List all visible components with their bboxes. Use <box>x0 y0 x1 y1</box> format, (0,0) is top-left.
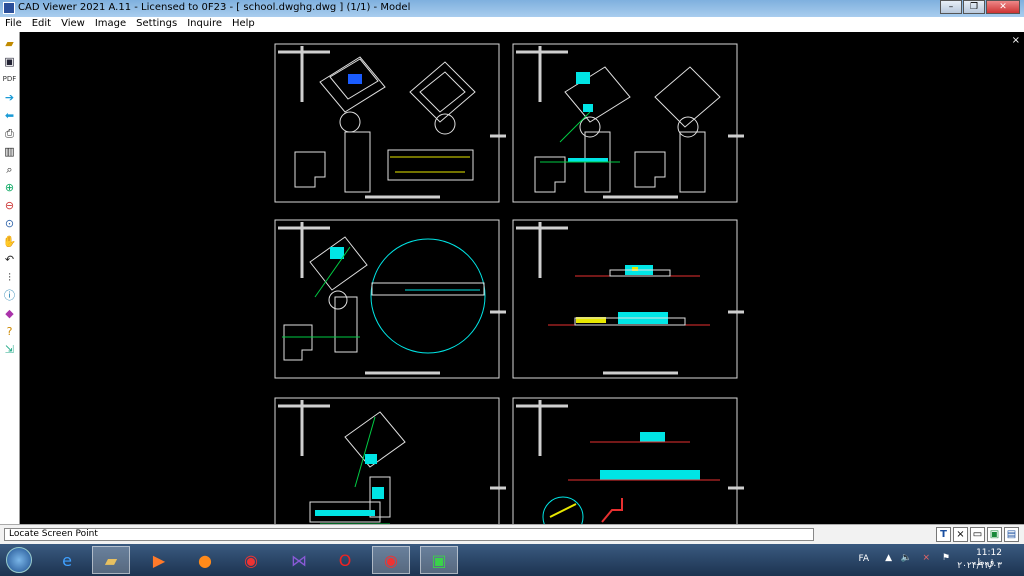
menu-file[interactable]: File <box>0 17 27 32</box>
window-title: CAD Viewer 2021 A.11 - Licensed to 0F23 … <box>18 2 411 13</box>
internet-explorer-icon[interactable]: e <box>48 546 86 574</box>
window-cascade-icon[interactable]: ▣ <box>987 527 1002 542</box>
menu-view[interactable]: View <box>56 17 90 32</box>
visual-studio-icon[interactable]: ⋈ <box>280 546 318 574</box>
book-icon[interactable]: ◆ <box>2 306 17 321</box>
action-center-icon[interactable]: ⚑ <box>942 553 950 563</box>
media-player-icon[interactable]: ▶ <box>140 546 178 574</box>
menu-help[interactable]: Help <box>227 17 260 32</box>
sheet-frame-5 <box>274 397 500 524</box>
sheet-frame-1 <box>274 43 500 203</box>
cad-drawing <box>274 43 744 524</box>
menu-inquire[interactable]: Inquire <box>182 17 227 32</box>
drawing-canvas[interactable]: × <box>20 32 1024 524</box>
close-button[interactable]: ✕ <box>986 0 1020 14</box>
network-icon[interactable]: ⨯ <box>922 553 930 563</box>
close-drawing-icon[interactable]: × <box>1012 35 1020 46</box>
menu-image[interactable]: Image <box>90 17 131 32</box>
print-icon[interactable]: ⎙ <box>2 126 17 141</box>
firefox-icon[interactable]: ● <box>186 546 224 574</box>
chrome-icon[interactable]: ◉ <box>232 546 270 574</box>
info-icon[interactable]: ⓘ <box>2 288 17 303</box>
sheet-frame-4 <box>512 219 738 379</box>
taskbar: e ▰ ▶ ● ◉ ⋈ O ◉ ▣ FA ▲ 🔈 ⨯ ⚑ 11:12 ق.ظ ۲… <box>0 544 1024 576</box>
menu-bar: File Edit View Image Settings Inquire He… <box>0 17 1024 32</box>
zoom-out-icon[interactable]: ⊖ <box>2 198 17 213</box>
zoom-icon[interactable]: ⌕ <box>2 162 17 177</box>
chrome-2-icon[interactable]: ◉ <box>372 546 410 574</box>
opera-icon[interactable]: O <box>326 546 364 574</box>
save-icon[interactable]: ▣ <box>2 54 17 69</box>
start-button[interactable] <box>6 547 32 573</box>
sheet-frame-2 <box>512 43 738 203</box>
window-tile-icon[interactable]: ▭ <box>970 527 985 542</box>
measure-icon[interactable]: ⫶ <box>2 270 17 285</box>
clock-date[interactable]: ۲۰۲۴/۱۴/۰۳ <box>957 561 1002 571</box>
status-bar: Locate Screen Point T × ▭ ▣ ▤ <box>0 524 1024 544</box>
window-controls: – ❐ ✕ <box>940 0 1020 15</box>
text-tool-button[interactable]: T <box>936 527 951 542</box>
restore-button[interactable]: ❐ <box>963 0 985 14</box>
cad-viewer-task-icon[interactable]: ▣ <box>420 546 458 574</box>
undo-icon[interactable]: ↶ <box>2 252 17 267</box>
file-explorer-icon[interactable]: ▰ <box>92 546 130 574</box>
open-icon[interactable]: ▰ <box>2 36 17 51</box>
language-indicator[interactable]: FA <box>858 554 869 564</box>
export-icon[interactable]: ⇲ <box>2 342 17 357</box>
sheet-frame-3 <box>274 219 500 379</box>
menu-settings[interactable]: Settings <box>131 17 182 32</box>
app-icon[interactable] <box>3 2 15 14</box>
prev-page-icon[interactable]: ⬅ <box>2 108 17 123</box>
help-icon[interactable]: ? <box>2 324 17 339</box>
left-toolbar: ▰ ▣ PDF ➔ ⬅ ⎙ ▥ ⌕ ⊕ ⊖ ⊙ ✋ ↶ ⫶ ⓘ ◆ ? ⇲ <box>0 32 20 524</box>
menu-edit[interactable]: Edit <box>27 17 56 32</box>
pdf-icon[interactable]: PDF <box>2 72 17 87</box>
layers-icon[interactable]: ▥ <box>2 144 17 159</box>
volume-icon[interactable]: 🔈 <box>901 553 912 563</box>
window-arrange-icon[interactable]: ▤ <box>1004 527 1019 542</box>
pan-icon[interactable]: ✋ <box>2 234 17 249</box>
status-text: Locate Screen Point <box>4 528 814 541</box>
tray-expand-icon[interactable]: ▲ <box>885 553 892 563</box>
cancel-tool-button[interactable]: × <box>953 527 968 542</box>
next-page-icon[interactable]: ➔ <box>2 90 17 105</box>
zoom-in-icon[interactable]: ⊕ <box>2 180 17 195</box>
minimize-button[interactable]: – <box>940 0 962 14</box>
zoom-window-icon[interactable]: ⊙ <box>2 216 17 231</box>
title-bar: CAD Viewer 2021 A.11 - Licensed to 0F23 … <box>0 0 1024 17</box>
